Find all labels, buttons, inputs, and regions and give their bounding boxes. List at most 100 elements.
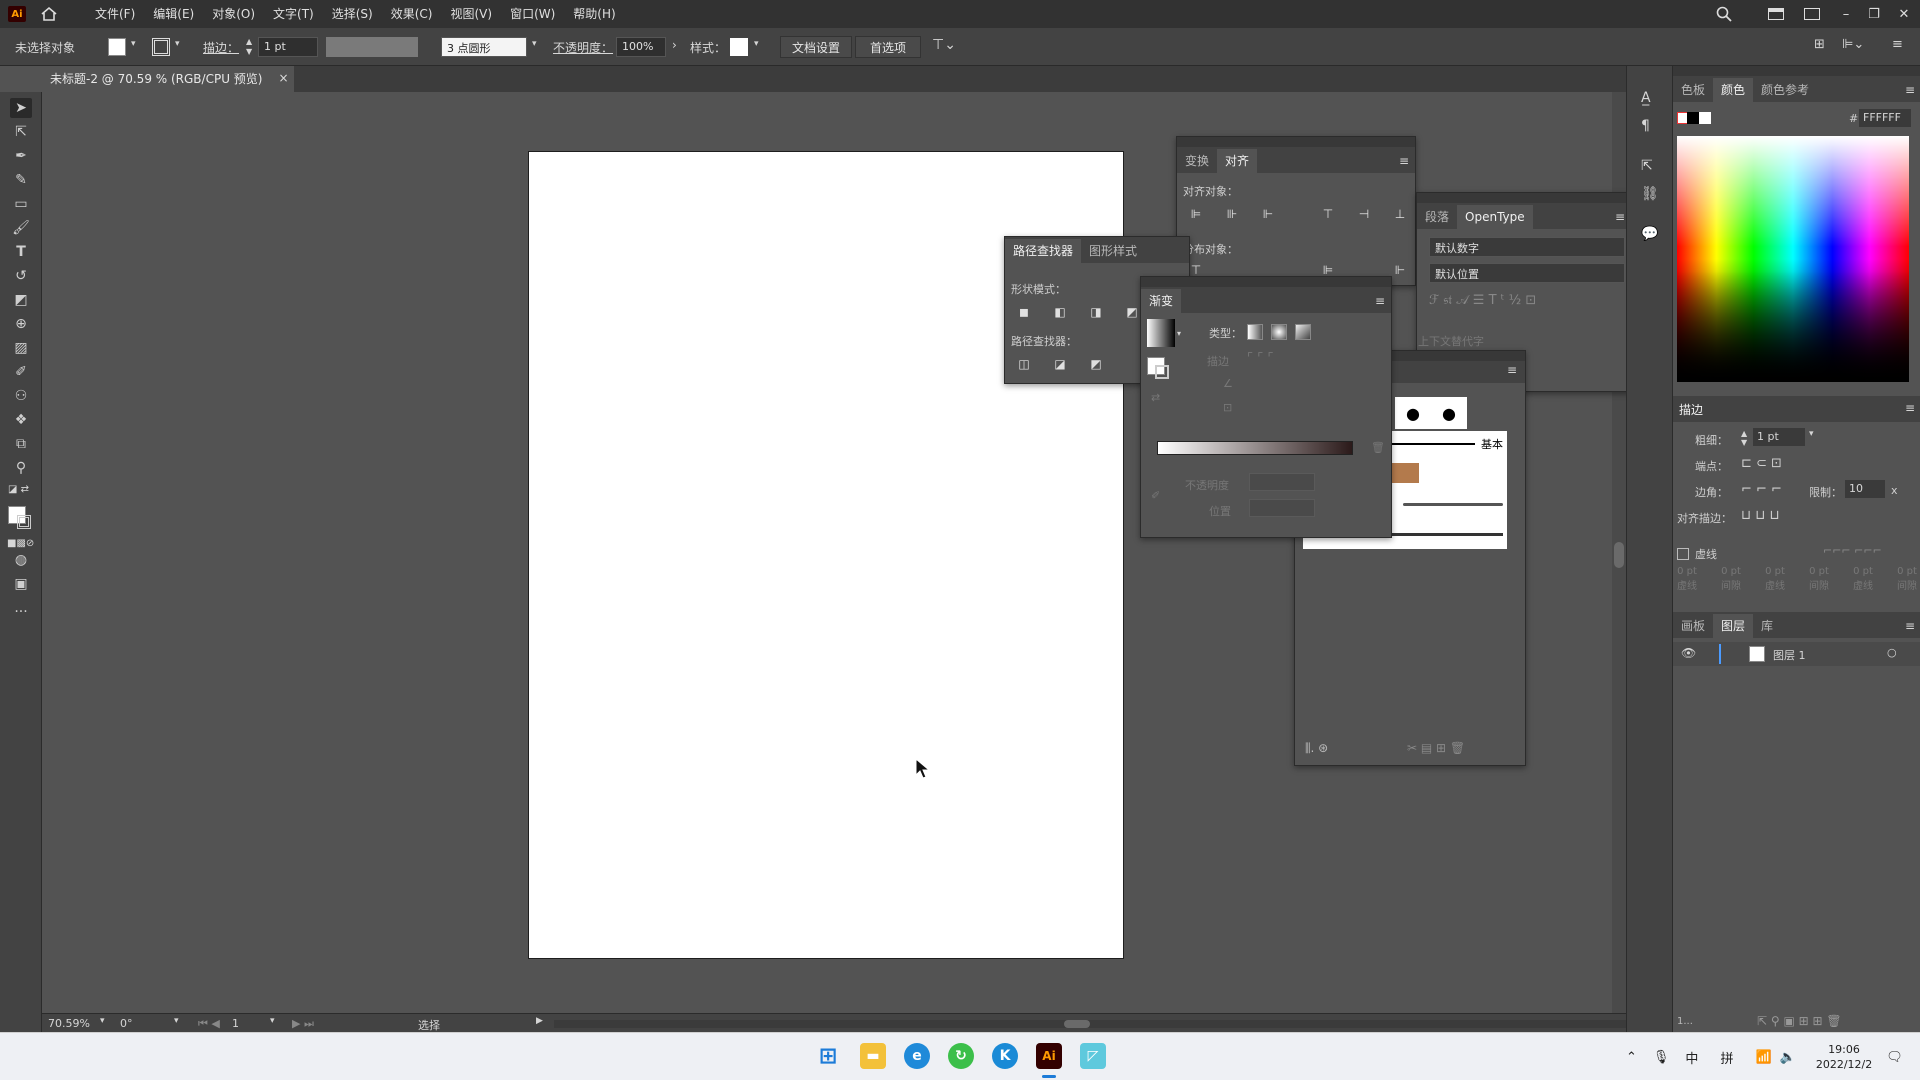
align-top-icon[interactable]: ⊤ [1319,205,1337,223]
ime-pinyin[interactable]: 拼 [1720,1048,1733,1067]
chevron-down-icon[interactable]: ▾ [754,39,759,49]
white-swatch[interactable] [1699,112,1711,124]
opacity-input[interactable]: 100% [616,37,666,57]
target-circle-icon[interactable]: ○ [1887,646,1897,659]
chevron-down-icon[interactable]: ▾ [100,1016,105,1026]
layer-name[interactable]: 图层 1 [1773,647,1806,663]
blend-tool-icon[interactable]: ⚇ [10,386,32,406]
location-field[interactable] [1249,499,1315,517]
chevron-down-icon[interactable]: ▾ [270,1016,275,1026]
align-toggle-icon[interactable]: ⊫⌄ [1842,37,1864,52]
transform-icon[interactable]: ⊞ [1814,37,1825,52]
panel-menu-icon[interactable]: ≡ [1905,401,1915,415]
opacity-label[interactable]: 不透明度： [553,39,613,56]
tab-paragraph[interactable]: 段落 [1417,205,1457,229]
scroll-thumb[interactable] [1614,542,1624,568]
panel-grip[interactable] [1673,66,1920,76]
screen-mode-icon[interactable]: ▣ [10,574,32,594]
rectangle-tool-icon[interactable]: ▭ [10,194,32,214]
chevron-down-icon[interactable]: ▾ [1809,429,1814,439]
position-dropdown[interactable]: 默认位置 [1429,263,1625,283]
freeform-gradient-icon[interactable] [1295,324,1311,340]
align-hcenter-icon[interactable]: ⊪ [1223,205,1241,223]
volume-icon[interactable]: 🔈 [1780,1050,1796,1065]
divide-icon[interactable]: ◫ [1015,355,1033,373]
style-swatch[interactable] [730,38,748,56]
align-stroke-buttons[interactable]: ⊔ ⊔ ⊔ [1741,508,1780,523]
arrange-icon[interactable]: ⊤⌄ [932,37,956,53]
close-tab-icon[interactable]: × [278,71,288,85]
eyedropper-icon[interactable]: ✐ [1151,489,1160,502]
comments-icon[interactable]: 💬 [1641,226,1658,242]
stroke-panel-title[interactable]: 描边 [1679,401,1703,418]
panel-menu-icon[interactable]: ≡ [1507,363,1517,377]
tab-swatches[interactable]: 色板 [1673,78,1713,102]
dashed-line-checkbox[interactable] [1677,548,1689,560]
artboard-nav-prev[interactable]: ⏮ ◀ [198,1017,220,1031]
brush-definition[interactable]: 3 点圆形 [441,37,527,57]
chevron-down-icon[interactable]: ▾ [1177,329,1181,338]
tab-opentype[interactable]: OpenType [1457,205,1533,229]
tab-align[interactable]: 对齐 [1217,149,1258,173]
layer-actions-icon[interactable]: ⇱ ⚲ ▣ ⊞ ⊞ 🗑 [1757,1014,1842,1028]
app-icon-green[interactable]: ↻ [948,1043,974,1069]
microphone-icon[interactable]: 🎙 [1653,1050,1670,1065]
menu-effect[interactable]: 效果(C) [382,0,442,28]
links-icon[interactable]: ⛓ [1641,186,1659,202]
minimize-icon[interactable]: – [1832,0,1860,28]
draw-mode-icon[interactable]: ◍ [10,550,32,570]
symbol-sprayer-tool-icon[interactable]: ❖ [10,410,32,430]
swap-colors-icon[interactable]: ◪ ⇄ [8,484,29,495]
chevron-down-icon[interactable]: ▾ [532,39,537,49]
wifi-icon[interactable]: 📶 [1755,1050,1771,1065]
artboard-number[interactable]: 1 [232,1017,239,1030]
tab-gradient[interactable]: 渐变 [1141,289,1182,313]
scroll-thumb[interactable] [1064,1020,1090,1028]
rotation-value[interactable]: 0° [120,1017,133,1030]
document-tab[interactable]: 未标题-2 @ 70.59 % (RGB/CPU 预览) × [42,66,294,92]
tab-color[interactable]: 颜色 [1713,78,1754,102]
play-icon[interactable]: ▶ [536,1016,543,1026]
tab-color-guide[interactable]: 颜色参考 [1753,78,1817,102]
edge-browser-icon[interactable]: e [904,1043,930,1069]
limit-field[interactable]: 10 [1845,480,1885,498]
menu-select[interactable]: 选择(S) [323,0,382,28]
menu-object[interactable]: 对象(O) [203,0,264,28]
align-vcenter-icon[interactable]: ⊣ [1355,205,1373,223]
trim-icon[interactable]: ◪ [1051,355,1069,373]
tab-graphic-styles[interactable]: 图形样式 [1081,239,1145,263]
exclude-icon[interactable]: ◩ [1123,303,1141,321]
brush-dots[interactable]: ● ● [1395,397,1467,429]
fill-swatch[interactable] [108,38,126,56]
color-spectrum[interactable] [1677,136,1909,382]
menu-edit[interactable]: 编辑(E) [144,0,203,28]
notifications-icon[interactable]: 🗨 [1886,1050,1903,1065]
variable-width-profile[interactable] [326,37,418,57]
panel-grip[interactable] [1141,277,1391,287]
close-icon[interactable]: ✕ [1890,0,1918,28]
status-mode[interactable]: 选择 [418,1017,440,1033]
more-tools-icon[interactable]: ··· [10,602,32,622]
align-left-icon[interactable]: ⊫ [1187,205,1205,223]
stroke-weight-field[interactable]: 1 pt [1753,428,1805,446]
type-tool-icon[interactable]: T [10,242,32,262]
app-icon-cyan[interactable]: ◸ [1080,1043,1106,1069]
direct-selection-tool-icon[interactable]: ⇱ [10,122,32,142]
home-icon[interactable] [40,5,58,23]
tab-artboards[interactable]: 画板 [1673,614,1713,638]
eyedropper-tool-icon[interactable]: ✐ [10,362,32,382]
pen-tool-icon[interactable]: ✒ [10,146,32,166]
chevron-down-icon[interactable]: ▾ [174,1016,179,1026]
black-swatch[interactable] [1687,112,1699,124]
align-bottom-icon[interactable]: ⊥ [1391,205,1409,223]
tab-libraries[interactable]: 库 [1753,614,1781,638]
tray-chevron-up-icon[interactable]: ⌃ [1626,1050,1637,1065]
panel-grip[interactable] [1417,193,1631,203]
chevron-right-icon[interactable]: › [672,38,677,52]
panel-menu-icon[interactable]: ≡ [1892,37,1903,52]
menu-window[interactable]: 窗口(W) [501,0,564,28]
character-styles-icon[interactable]: A̲ [1641,90,1651,106]
search-icon[interactable] [1716,6,1732,22]
gradient-tool-icon[interactable]: ▨ [10,338,32,358]
panel-menu-icon[interactable]: ≡ [1615,210,1625,224]
